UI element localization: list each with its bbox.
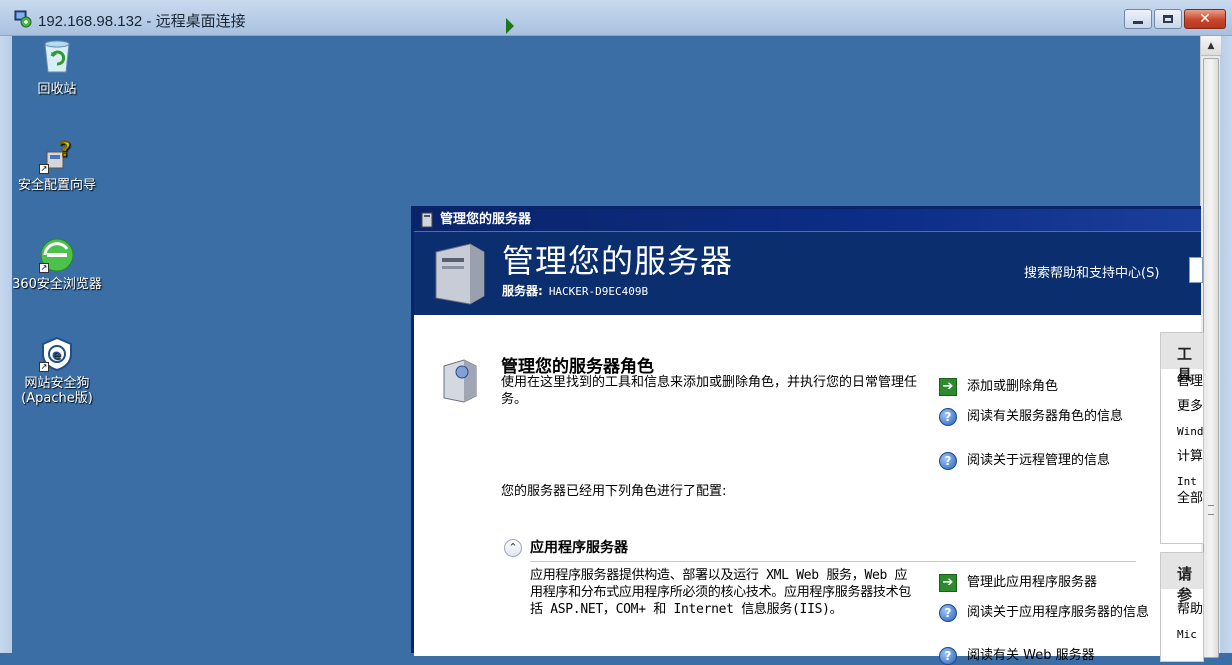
manage-server-body: 管理您的服务器角色 使用在这里找到的工具和信息来添加或删除角色，并执行您的日常管…: [414, 316, 1204, 665]
manage-server-title-bar[interactable]: 管理您的服务器: [414, 209, 1201, 231]
task-label: 管理此应用程序服务器: [967, 575, 1098, 590]
task-read-remote-admin[interactable]: ? 阅读关于远程管理的信息: [939, 452, 1111, 470]
server-label: 服务器:: [502, 284, 543, 298]
see-also-panel: 请参 帮助 Mic: [1160, 552, 1204, 662]
server-name: HACKER-D9EC409B: [548, 285, 649, 298]
green-arrow-icon: ➔: [939, 574, 957, 592]
chevron-up-icon: ▲: [1207, 40, 1215, 51]
shortcut-arrow-icon: ↗: [39, 164, 49, 174]
restore-icon: [1163, 15, 1173, 23]
task-read-server-roles[interactable]: ? 阅读有关服务器角色的信息: [939, 408, 1149, 426]
close-button[interactable]: ✕: [1184, 9, 1226, 29]
task-label: 阅读关于远程管理的信息: [967, 453, 1111, 468]
desktop-icon-safedog[interactable]: e ↗ 网站安全狗(Apache版): [12, 336, 102, 406]
desktop-icon-label: 安全配置向导: [17, 178, 96, 193]
task-manage-app-server[interactable]: ➔ 管理此应用程序服务器: [939, 574, 1098, 592]
tools-item[interactable]: Wind: [1161, 419, 1203, 444]
scroll-up-button[interactable]: ▲: [1201, 36, 1221, 56]
desktop-icon-security-wizard[interactable]: ? ↗ 安全配置向导: [12, 137, 102, 193]
app-server-title: 应用程序服务器: [530, 540, 628, 556]
task-label: 添加或删除角色: [967, 379, 1059, 394]
scrollbar-thumb[interactable]: [1203, 58, 1219, 658]
close-icon: ✕: [1199, 11, 1211, 27]
see-also-item[interactable]: 帮助: [1161, 597, 1203, 622]
desktop-icon-label: 回收站: [37, 82, 77, 97]
grip-icon: [1208, 505, 1214, 515]
maximize-button[interactable]: [1154, 9, 1182, 29]
desktop-icon-label: 360安全浏览器: [12, 277, 102, 292]
tools-item[interactable]: 管理: [1161, 369, 1203, 394]
minimize-button[interactable]: [1124, 9, 1152, 29]
manage-server-header: 管理您的服务器 服务器: HACKER-D9EC409B 搜索帮助和支持中心(S): [414, 231, 1203, 315]
see-also-item[interactable]: Mic: [1161, 622, 1203, 647]
page-title: 管理您的服务器: [502, 242, 734, 280]
task-label: 阅读有关 Web 服务器: [967, 648, 1095, 663]
roles-description: 使用在这里找到的工具和信息来添加或删除角色，并执行您的日常管理任务。: [501, 375, 918, 407]
search-input[interactable]: [1189, 257, 1203, 283]
tools-item[interactable]: 更多: [1161, 394, 1203, 419]
tools-panel: 工具 管理 更多 Wind 计算 Int 全部: [1160, 332, 1204, 544]
chevron-up-icon: ⌃: [508, 541, 518, 554]
task-label: 阅读关于应用程序服务器的信息: [967, 605, 1150, 620]
tools-item[interactable]: Int: [1161, 473, 1203, 490]
task-read-web-server[interactable]: ? 阅读有关 Web 服务器: [939, 647, 1095, 665]
window-frame-right: [1220, 36, 1232, 653]
server-icon: [421, 212, 433, 228]
svg-text:e: e: [52, 348, 61, 363]
server-tower-icon: [435, 243, 485, 305]
svg-text:?: ?: [59, 138, 71, 161]
help-icon: ?: [939, 408, 957, 426]
window-title: 192.168.98.132 - 远程桌面连接: [38, 13, 246, 30]
app-server-description: 应用程序服务器提供构造、部署以及运行 XML Web 服务，Web 应用程序和分…: [530, 568, 912, 617]
desktop-icon-label: 网站安全狗(Apache版): [21, 376, 93, 406]
remote-desktop-icon: [14, 10, 32, 28]
task-label: 阅读有关服务器角色的信息: [967, 409, 1124, 424]
manage-server-window-title: 管理您的服务器: [440, 212, 532, 227]
desktop-icon-360-browser[interactable]: ↗ 360安全浏览器: [12, 237, 102, 292]
server-roles-icon: [443, 359, 477, 403]
server-name-line: 服务器: HACKER-D9EC409B: [502, 282, 648, 299]
divider: [530, 561, 1136, 562]
search-help-label: 搜索帮助和支持中心(S): [1024, 266, 1160, 281]
collapse-section-button[interactable]: ⌃: [504, 539, 522, 557]
green-arrow-icon: ➔: [939, 378, 957, 396]
configured-roles-text: 您的服务器已经用下列角色进行了配置:: [501, 484, 727, 499]
minimize-icon: [1133, 20, 1143, 24]
tools-item[interactable]: 计算: [1161, 444, 1203, 469]
shortcut-arrow-icon: ↗: [39, 263, 49, 273]
tools-panel-head: 工具: [1161, 333, 1203, 384]
tools-item[interactable]: 全部: [1161, 490, 1203, 507]
recycle-bin-icon: [44, 40, 70, 73]
rdp-title-bar: 192.168.98.132 - 远程桌面连接 ✕: [0, 0, 1232, 36]
task-read-app-server[interactable]: ? 阅读关于应用程序服务器的信息: [939, 604, 1150, 622]
window-frame-left: [0, 36, 12, 653]
help-icon: ?: [939, 452, 957, 470]
desktop-icon-recycle-bin[interactable]: 回收站: [12, 38, 102, 97]
mouse-cursor: [506, 18, 514, 34]
manage-server-window: 管理您的服务器 管理您的服务器 服务器: HACKER-D9EC409B 搜索帮助…: [411, 206, 1204, 665]
help-icon: ?: [939, 604, 957, 622]
help-icon: ?: [939, 647, 957, 665]
shortcut-arrow-icon: ↗: [39, 362, 49, 372]
task-add-remove-roles[interactable]: ➔ 添加或删除角色: [939, 378, 1059, 396]
see-also-panel-head: 请参: [1161, 553, 1203, 604]
